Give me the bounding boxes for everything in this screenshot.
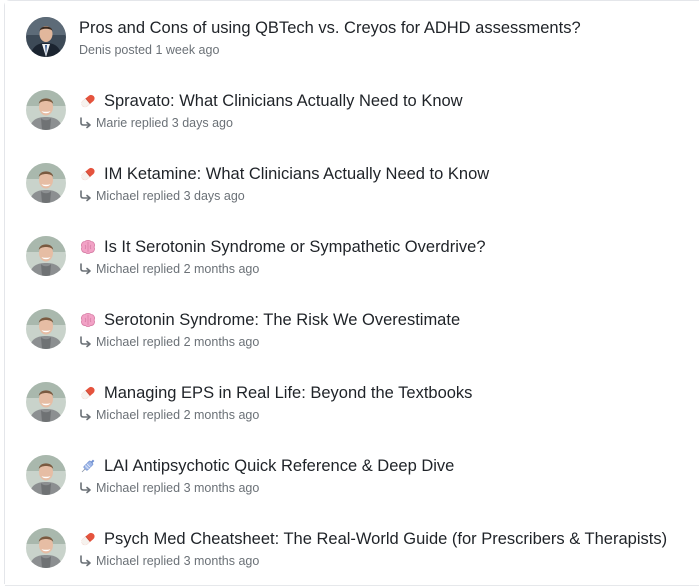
thread-title-text: Serotonin Syndrome: The Risk We Overesti… (104, 311, 461, 329)
reply-arrow-icon (80, 117, 91, 129)
thread-title[interactable]: Psych Med Cheatsheet: The Real-World Gui… (79, 529, 667, 549)
activity-time: 3 months ago (183, 554, 260, 568)
pill-icon (79, 165, 104, 183)
user-avatar[interactable] (26, 528, 66, 568)
author-name[interactable]: Michael (96, 188, 139, 204)
thread-meta: Michael replied 3 months ago (79, 480, 259, 496)
thread-title[interactable]: Managing EPS in Real Life: Beyond the Te… (79, 383, 472, 403)
thread-title[interactable]: LAI Antipsychotic Quick Reference & Deep… (79, 456, 454, 476)
author-name[interactable]: Michael (96, 480, 139, 496)
thread-row[interactable]: Psych Med Cheatsheet: The Real-World Gui… (5, 512, 699, 586)
thread-row[interactable]: Managing EPS in Real Life: Beyond the Te… (5, 366, 699, 440)
user-avatar[interactable] (26, 163, 66, 203)
reply-arrow-icon (80, 263, 91, 275)
activity-time: 2 months ago (183, 262, 260, 276)
author-name[interactable]: Marie (96, 115, 127, 131)
thread-row[interactable]: Pros and Cons of using QBTech vs. Creyos… (5, 1, 699, 75)
activity-time: 2 months ago (183, 335, 260, 349)
author-name[interactable]: Michael (96, 261, 139, 277)
activity-time: 1 week ago (155, 43, 220, 57)
pill-icon (79, 530, 104, 548)
thread-title-text: IM Ketamine: What Clinicians Actually Ne… (104, 165, 490, 183)
user-avatar[interactable] (26, 455, 66, 495)
thread-title-text: Is It Serotonin Syndrome or Sympathetic … (104, 238, 486, 256)
thread-title-text: LAI Antipsychotic Quick Reference & Deep… (104, 457, 455, 475)
author-name[interactable]: Michael (96, 553, 139, 569)
thread-row[interactable]: Spravato: What Clinicians Actually Need … (5, 74, 699, 148)
activity-time: 3 days ago (171, 116, 233, 130)
reply-arrow-icon (80, 336, 91, 348)
author-name[interactable]: Michael (96, 407, 139, 423)
activity-action: replied (142, 481, 181, 495)
activity-action: replied (142, 189, 181, 203)
author-name[interactable]: Michael (96, 334, 139, 350)
author-name[interactable]: Denis (79, 42, 111, 58)
user-avatar[interactable] (26, 236, 66, 276)
activity-action: posted (114, 43, 152, 57)
thread-title-text: Spravato: What Clinicians Actually Need … (104, 92, 463, 110)
pill-icon (79, 384, 104, 402)
thread-title[interactable]: Serotonin Syndrome: The Risk We Overesti… (79, 310, 460, 330)
thread-list: Pros and Cons of using QBTech vs. Creyos… (4, 0, 699, 586)
thread-meta: Michael replied 2 months ago (79, 261, 259, 277)
thread-title-text: Psych Med Cheatsheet: The Real-World Gui… (104, 530, 668, 548)
activity-time: 3 days ago (183, 189, 245, 203)
thread-title[interactable]: IM Ketamine: What Clinicians Actually Ne… (79, 164, 489, 184)
thread-row[interactable]: Serotonin Syndrome: The Risk We Overesti… (5, 293, 699, 367)
brain-icon (79, 311, 104, 329)
thread-meta: Marie replied 3 days ago (79, 115, 233, 131)
thread-row[interactable]: LAI Antipsychotic Quick Reference & Deep… (5, 439, 699, 513)
thread-row[interactable]: IM Ketamine: What Clinicians Actually Ne… (5, 147, 699, 221)
thread-meta: Michael replied 3 months ago (79, 553, 259, 569)
thread-title[interactable]: Pros and Cons of using QBTech vs. Creyos… (79, 18, 581, 38)
activity-action: replied (142, 554, 181, 568)
thread-row[interactable]: Is It Serotonin Syndrome or Sympathetic … (5, 220, 699, 294)
thread-meta: Michael replied 2 months ago (79, 407, 259, 423)
reply-arrow-icon (80, 409, 91, 421)
reply-arrow-icon (80, 555, 91, 567)
reply-arrow-icon (80, 482, 91, 494)
thread-meta: Michael replied 2 months ago (79, 334, 259, 350)
thread-title[interactable]: Spravato: What Clinicians Actually Need … (79, 91, 463, 111)
thread-title-text: Managing EPS in Real Life: Beyond the Te… (104, 384, 473, 402)
activity-time: 3 months ago (183, 481, 260, 495)
user-avatar[interactable] (26, 17, 66, 57)
activity-action: replied (142, 335, 181, 349)
syringe-icon (79, 457, 104, 475)
activity-action: replied (130, 116, 169, 130)
activity-time: 2 months ago (183, 408, 260, 422)
activity-action: replied (142, 262, 181, 276)
brain-icon (79, 238, 104, 256)
thread-title-text: Pros and Cons of using QBTech vs. Creyos… (79, 19, 581, 37)
user-avatar[interactable] (26, 309, 66, 349)
user-avatar[interactable] (26, 90, 66, 130)
pill-icon (79, 92, 104, 110)
thread-meta: Denis posted 1 week ago (79, 42, 219, 58)
user-avatar[interactable] (26, 382, 66, 422)
activity-action: replied (142, 408, 181, 422)
reply-arrow-icon (80, 190, 91, 202)
thread-meta: Michael replied 3 days ago (79, 188, 245, 204)
thread-title[interactable]: Is It Serotonin Syndrome or Sympathetic … (79, 237, 486, 257)
